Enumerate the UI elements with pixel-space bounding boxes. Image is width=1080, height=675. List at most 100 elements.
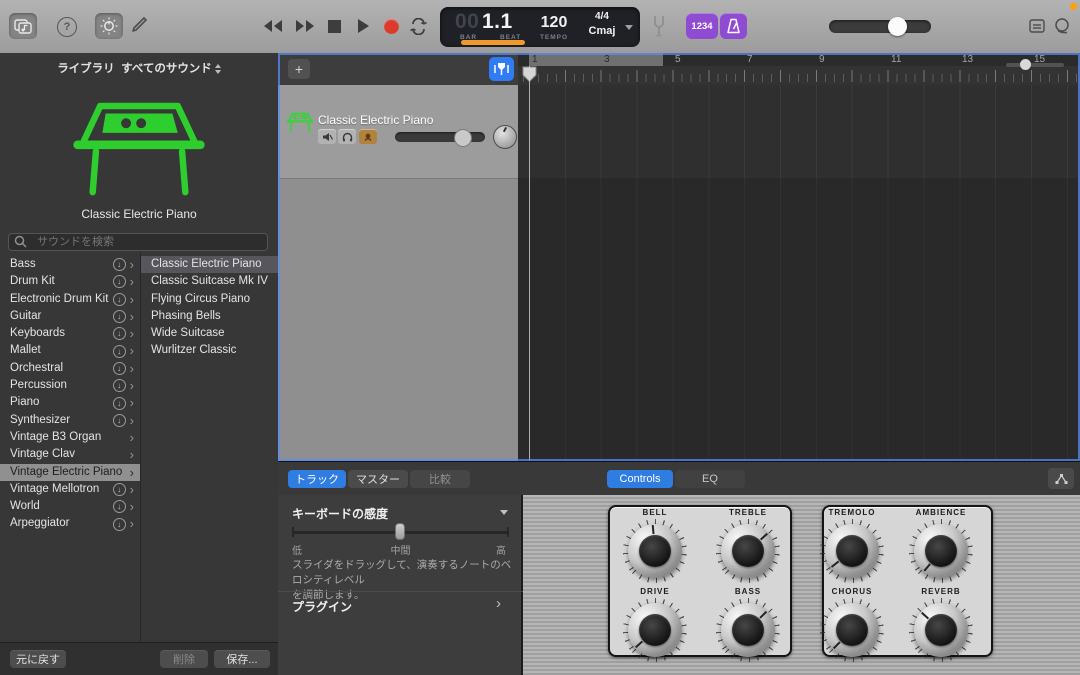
category-item[interactable]: Vintage B3 Organ› (0, 429, 140, 446)
plugins-row[interactable]: プラグイン (292, 598, 352, 615)
lcd-display[interactable]: 00 1.1 BAR BEAT 120 TEMPO 4/4 Cmaj (440, 7, 640, 47)
editor-panel-button[interactable] (1029, 19, 1045, 33)
download-icon[interactable]: ↓ (113, 500, 126, 513)
download-icon[interactable]: ↓ (113, 483, 126, 496)
delete-button[interactable]: 削除 (160, 650, 208, 668)
sound-item[interactable]: Wurlitzer Classic (141, 342, 278, 359)
sound-item-selected[interactable]: Classic Electric Piano (141, 256, 278, 273)
ruler[interactable]: 1 3 5 7 9 11 13 15 (518, 53, 1080, 66)
category-item[interactable]: Mallet↓› (0, 342, 140, 359)
metronome-button[interactable] (720, 13, 747, 39)
add-track-button[interactable]: + (288, 59, 310, 79)
category-item[interactable]: World↓› (0, 498, 140, 515)
download-icon[interactable]: ↓ (113, 293, 126, 306)
download-icon[interactable]: ↓ (113, 362, 126, 375)
category-item[interactable]: Vintage Mellotron↓› (0, 481, 140, 498)
category-item[interactable]: Synthesizer↓› (0, 412, 140, 429)
sensitivity-slider-thumb[interactable] (395, 523, 405, 540)
count-in-button[interactable]: 1234 (686, 13, 718, 39)
lcd-chevron-down-icon[interactable] (625, 25, 633, 30)
sound-item[interactable]: Classic Suitcase Mk IV (141, 273, 278, 290)
editors-button[interactable] (130, 16, 148, 36)
patch-nodes-button[interactable] (1048, 468, 1074, 489)
tuner-button[interactable] (652, 15, 666, 42)
category-item[interactable]: Electronic Drum Kit↓› (0, 291, 140, 308)
empty-lane-area[interactable] (518, 178, 1080, 461)
track-header[interactable]: Classic Electric Piano (278, 85, 518, 179)
sound-item[interactable]: Wide Suitcase (141, 325, 278, 342)
mute-button[interactable] (318, 129, 336, 144)
sound-item[interactable]: Phasing Bells (141, 308, 278, 325)
download-icon[interactable]: ↓ (113, 327, 126, 340)
ruler-ticks[interactable] (518, 66, 1080, 86)
loop-browser-button[interactable] (1053, 17, 1071, 35)
tremolo-knob[interactable]: TREMOLO (820, 519, 884, 583)
tab-track[interactable]: トラック (288, 470, 346, 488)
category-item[interactable]: Keyboards↓› (0, 325, 140, 342)
master-volume-slider[interactable] (829, 20, 931, 33)
download-icon[interactable]: ↓ (113, 518, 126, 531)
lcd-tempo-value[interactable]: 120 (536, 14, 572, 32)
category-item-selected[interactable]: Vintage Electric Piano› (0, 464, 140, 481)
lcd-time-signature[interactable]: 4/4 (582, 11, 622, 22)
zoom-slider-knob[interactable] (1020, 59, 1031, 70)
master-volume-knob[interactable] (888, 17, 907, 36)
input-monitoring-button[interactable] (359, 129, 377, 144)
cycle-button[interactable] (409, 18, 428, 40)
knob-label: TREBLE (729, 508, 767, 517)
download-icon[interactable]: ↓ (113, 379, 126, 392)
quick-help-button[interactable]: ? (57, 17, 77, 37)
lcd-key[interactable]: Cmaj (582, 25, 622, 37)
record-button[interactable] (384, 19, 399, 34)
track-volume-knob[interactable] (454, 129, 472, 147)
toolbar: ? (0, 0, 1080, 54)
chevron-right-icon[interactable]: › (496, 595, 501, 612)
category-item[interactable]: Drum Kit↓› (0, 273, 140, 290)
category-item[interactable]: Piano↓› (0, 394, 140, 411)
search-field[interactable] (8, 232, 268, 250)
updown-chevron-icon[interactable] (215, 64, 221, 74)
sound-item[interactable]: Flying Circus Piano (141, 291, 278, 308)
drive-knob[interactable]: DRIVE (623, 598, 687, 662)
forward-button[interactable] (294, 18, 316, 39)
ambience-knob[interactable]: AMBIENCE (909, 519, 973, 583)
tab-controls[interactable]: Controls (607, 470, 673, 488)
bell-knob[interactable]: BELL (623, 519, 687, 583)
save-button[interactable]: 保存... (214, 650, 270, 668)
tab-eq[interactable]: EQ (675, 470, 745, 488)
revert-button[interactable]: 元に戻す (10, 650, 66, 668)
chevron-right-icon: › (130, 308, 134, 325)
category-item[interactable]: Vintage Clav› (0, 446, 140, 463)
stop-button[interactable] (328, 20, 341, 33)
download-icon[interactable]: ↓ (113, 397, 126, 410)
inspector-divider (278, 591, 523, 592)
solo-button[interactable] (338, 129, 356, 144)
download-icon[interactable]: ↓ (113, 414, 126, 427)
catch-playhead-button[interactable] (489, 57, 514, 81)
zoom-slider[interactable] (1006, 63, 1064, 67)
search-input[interactable] (8, 233, 268, 251)
category-item[interactable]: Bass↓› (0, 256, 140, 273)
chorus-knob[interactable]: CHORUS (820, 598, 884, 662)
download-icon[interactable]: ↓ (113, 275, 126, 288)
download-icon[interactable]: ↓ (113, 310, 126, 323)
compare-button[interactable]: 比較 (410, 470, 470, 488)
library-filter[interactable]: すべてのサウンド (121, 63, 212, 75)
smart-controls-button[interactable] (95, 13, 123, 39)
category-item[interactable]: Arpeggiator↓› (0, 515, 140, 532)
treble-knob[interactable]: TREBLE (716, 519, 780, 583)
bass-knob[interactable]: BASS (716, 598, 780, 662)
category-item[interactable]: Orchestral↓› (0, 360, 140, 377)
download-icon[interactable]: ↓ (113, 258, 126, 271)
lcd-bar-ghost: 00 (455, 10, 479, 34)
category-item[interactable]: Percussion↓› (0, 377, 140, 394)
category-item[interactable]: Guitar↓› (0, 308, 140, 325)
track-lane[interactable] (518, 85, 1080, 178)
rewind-button[interactable] (262, 18, 284, 39)
reverb-knob[interactable]: REVERB (909, 598, 973, 662)
collapse-chevron-icon[interactable] (500, 510, 508, 515)
library-toggle-button[interactable] (9, 13, 37, 39)
play-button[interactable] (356, 18, 370, 39)
tab-master[interactable]: マスター (348, 470, 408, 488)
download-icon[interactable]: ↓ (113, 345, 126, 358)
